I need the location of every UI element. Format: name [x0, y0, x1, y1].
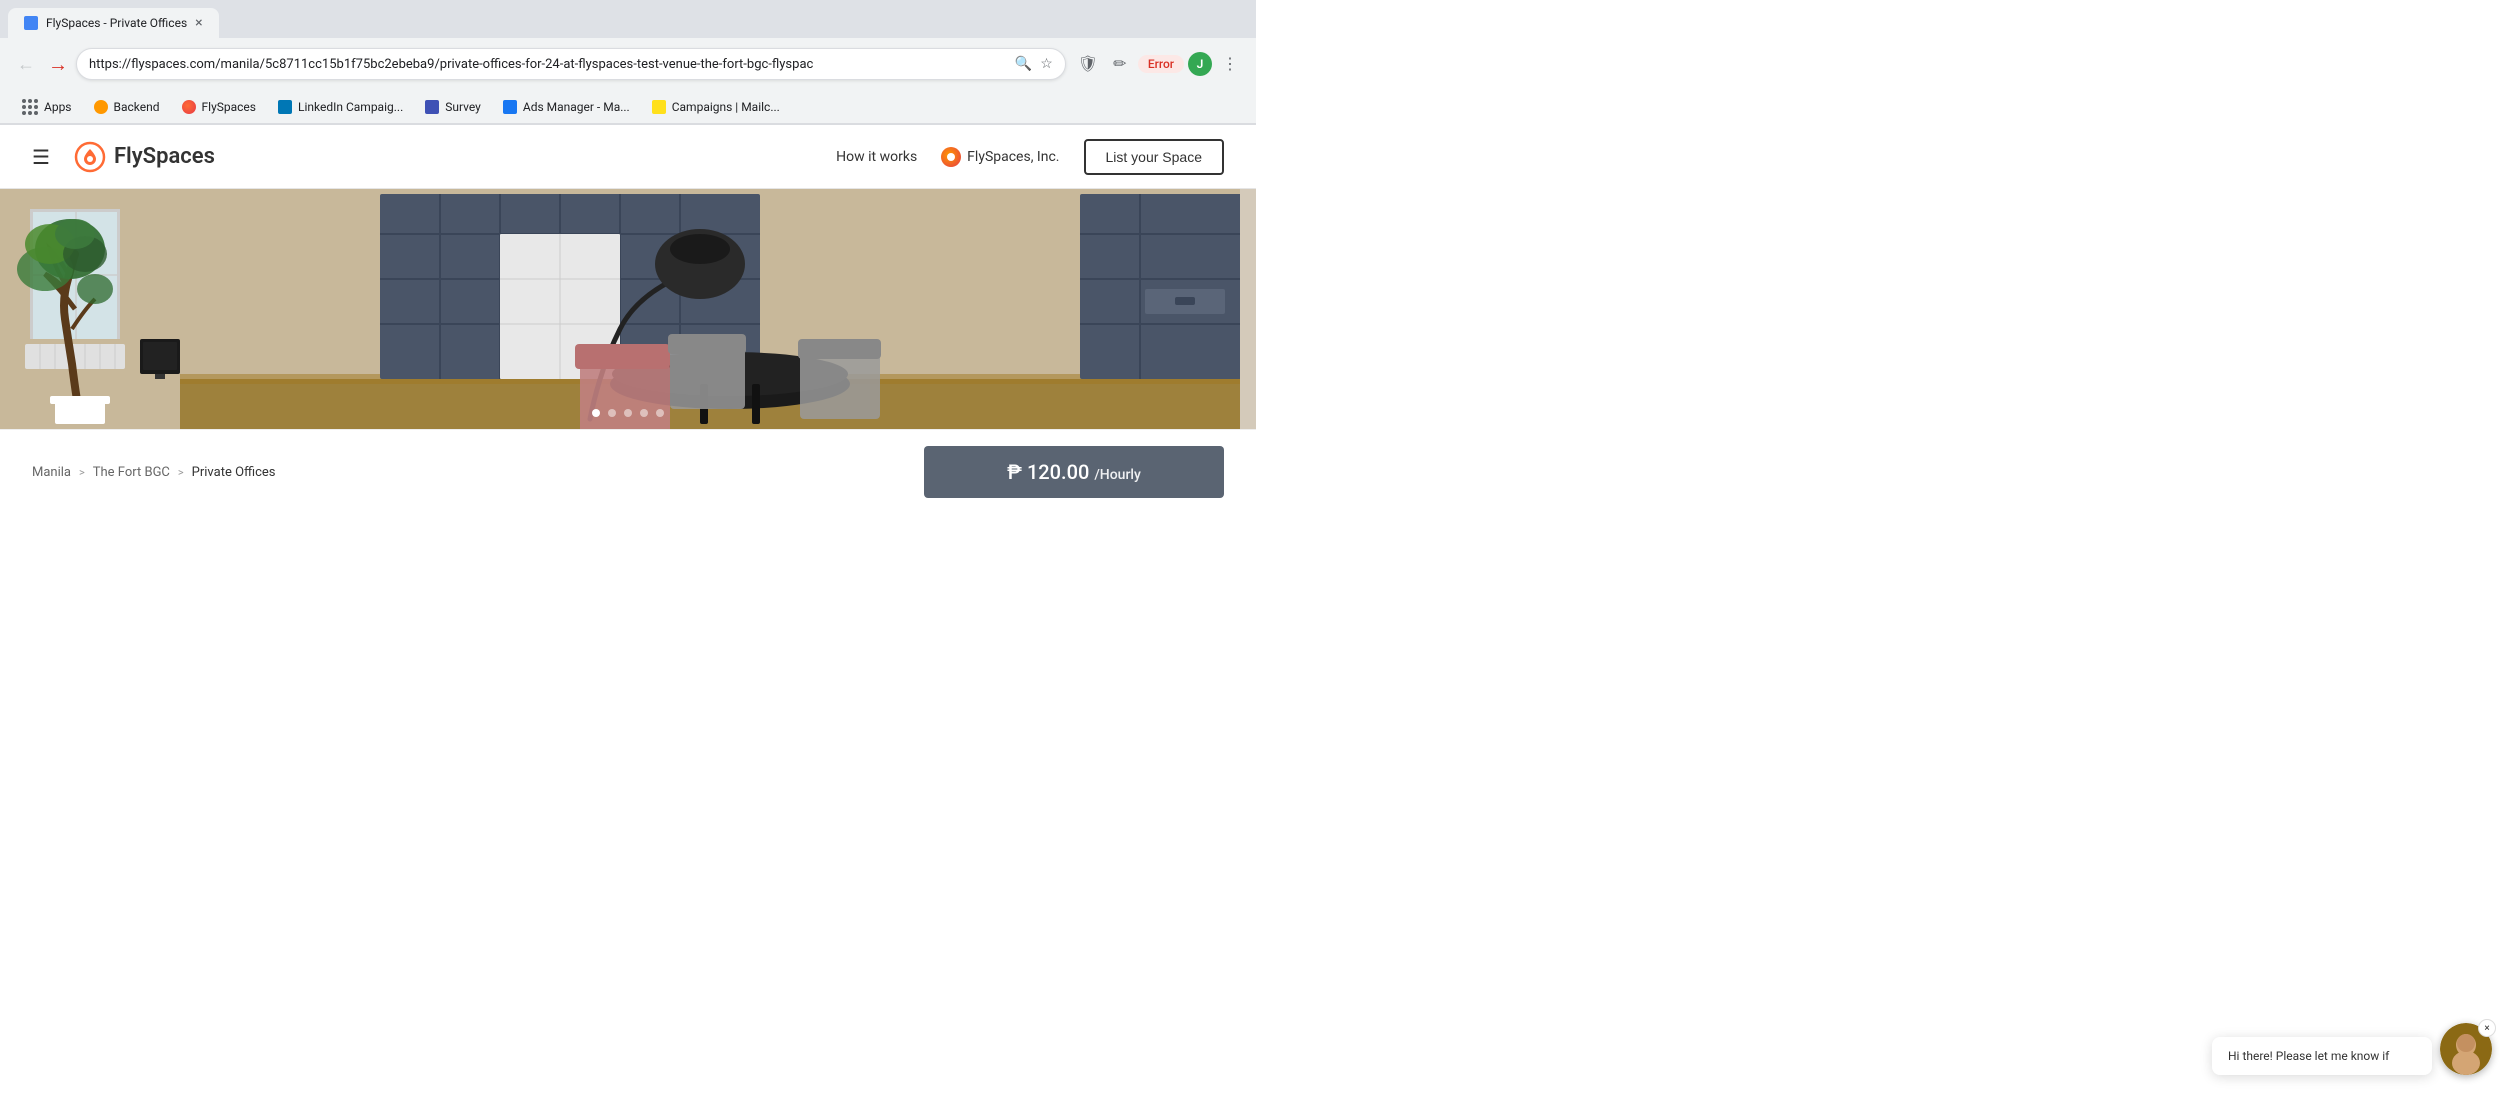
arrow-indicator: →	[48, 52, 68, 77]
more-menu-button[interactable]: ⋮	[1216, 50, 1244, 78]
carousel-dot-1[interactable]	[592, 409, 600, 417]
back-button[interactable]: ←	[12, 50, 40, 78]
carousel-dot-5[interactable]	[656, 409, 664, 417]
site-logo[interactable]: FlySpaces	[74, 141, 836, 173]
address-bar[interactable]: https://flyspaces.com/manila/5c8711cc15b…	[76, 48, 1066, 80]
bookmarks-bar: Apps Backend FlySpaces LinkedIn Campaig.…	[0, 90, 1256, 124]
price-amount: 120.00	[1027, 460, 1089, 484]
breadcrumb-sep-1: >	[79, 466, 85, 479]
bookmark-survey-label: Survey	[445, 100, 481, 114]
ads-favicon	[503, 100, 517, 114]
price-display: ₱ 120.00 /Hourly	[1007, 460, 1141, 484]
chat-widget[interactable]: Hi there! Please let me know if ×	[2440, 1023, 2492, 1075]
bookmark-linkedin[interactable]: LinkedIn Campaig...	[268, 96, 413, 118]
flyspaces-favicon	[182, 100, 196, 114]
carousel-dots	[592, 409, 664, 417]
tab-title: FlySpaces - Private Offices	[46, 16, 187, 30]
bookmark-ads-manager[interactable]: Ads Manager - Ma...	[493, 96, 640, 118]
linkedin-favicon	[278, 100, 292, 114]
tab-close-button[interactable]: ×	[195, 15, 202, 31]
location-badge: FlySpaces, Inc.	[941, 147, 1059, 167]
header-nav: How it works FlySpaces, Inc. List your S…	[836, 139, 1224, 175]
bookmark-apps-label: Apps	[44, 100, 72, 114]
survey-favicon	[425, 100, 439, 114]
chat-close-button[interactable]: ×	[2478, 1019, 2496, 1037]
site-header: ☰ FlySpaces How it works FlySpaces, Inc.…	[0, 125, 1256, 189]
carousel-dot-3[interactable]	[624, 409, 632, 417]
error-badge[interactable]: Error	[1138, 55, 1184, 73]
breadcrumb-sep-2: >	[178, 466, 184, 479]
logo-icon	[74, 141, 106, 173]
company-name: FlySpaces, Inc.	[967, 149, 1059, 165]
pen-icon: ✏	[1113, 54, 1126, 74]
red-arrow-icon: →	[48, 52, 68, 77]
bookmark-star-icon[interactable]: ☆	[1040, 56, 1053, 72]
apps-grid-icon	[22, 99, 38, 115]
bookmark-campaigns-label: Campaigns | Mailc...	[672, 100, 780, 114]
bookmark-apps[interactable]: Apps	[12, 95, 82, 119]
extension-pen-button[interactable]: ✏	[1106, 50, 1134, 78]
campaigns-favicon	[652, 100, 666, 114]
browser-chrome: FlySpaces - Private Offices × ← → https:…	[0, 0, 1256, 125]
website-content: ☰ FlySpaces How it works FlySpaces, Inc.…	[0, 125, 1256, 514]
carousel-dot-4[interactable]	[640, 409, 648, 417]
bookmark-backend-label: Backend	[114, 100, 160, 114]
price-unit: /Hourly	[1094, 467, 1141, 483]
address-bar-icons: 🔍 ☆	[1015, 56, 1053, 72]
profile-avatar[interactable]: J	[1188, 52, 1212, 76]
bookmark-ads-label: Ads Manager - Ma...	[523, 100, 630, 114]
chat-preview-text: Hi there! Please let me know if	[2228, 1049, 2389, 1063]
extension-shield-button[interactable]: 🛡	[1074, 50, 1102, 78]
backend-favicon	[94, 100, 108, 114]
bottom-bar: Manila > The Fort BGC > Private Offices …	[0, 429, 1256, 514]
url-display: https://flyspaces.com/manila/5c8711cc15b…	[89, 57, 1007, 72]
bookmark-backend[interactable]: Backend	[84, 96, 170, 118]
logo-text: FlySpaces	[114, 144, 215, 169]
price-bar: ₱ 120.00 /Hourly	[924, 446, 1224, 498]
breadcrumb-fortbgc[interactable]: The Fort BGC	[93, 465, 170, 480]
back-icon: ←	[17, 54, 35, 75]
more-icon: ⋮	[1222, 54, 1238, 74]
hero-section	[0, 189, 1256, 429]
bookmark-survey[interactable]: Survey	[415, 96, 491, 118]
shield-icon: 🛡	[1078, 54, 1098, 74]
breadcrumb: Manila > The Fort BGC > Private Offices	[32, 465, 924, 480]
chat-close-icon: ×	[2484, 1023, 2489, 1034]
bookmark-linkedin-label: LinkedIn Campaig...	[298, 100, 403, 114]
bookmark-campaigns[interactable]: Campaigns | Mailc...	[642, 96, 790, 118]
breadcrumb-manila[interactable]: Manila	[32, 465, 71, 480]
bookmark-flyspaces-label: FlySpaces	[202, 100, 256, 114]
search-icon[interactable]: 🔍	[1015, 56, 1032, 72]
hamburger-menu[interactable]: ☰	[32, 145, 50, 169]
chat-preview: Hi there! Please let me know if	[2212, 1037, 2432, 1075]
address-bar-row: ← → https://flyspaces.com/manila/5c8711c…	[0, 38, 1256, 90]
breadcrumb-current: Private Offices	[192, 465, 276, 480]
price-symbol: ₱	[1007, 460, 1022, 484]
toolbar-icons: 🛡 ✏ Error J ⋮	[1074, 50, 1244, 78]
location-icon	[941, 147, 961, 167]
office-scene	[0, 189, 1256, 429]
carousel-dot-2[interactable]	[608, 409, 616, 417]
list-space-button[interactable]: List your Space	[1084, 139, 1225, 175]
how-it-works-link[interactable]: How it works	[836, 149, 917, 165]
tab-favicon	[24, 16, 38, 30]
active-tab[interactable]: FlySpaces - Private Offices ×	[8, 8, 219, 38]
bookmark-flyspaces[interactable]: FlySpaces	[172, 96, 266, 118]
tab-bar: FlySpaces - Private Offices ×	[0, 0, 1256, 38]
